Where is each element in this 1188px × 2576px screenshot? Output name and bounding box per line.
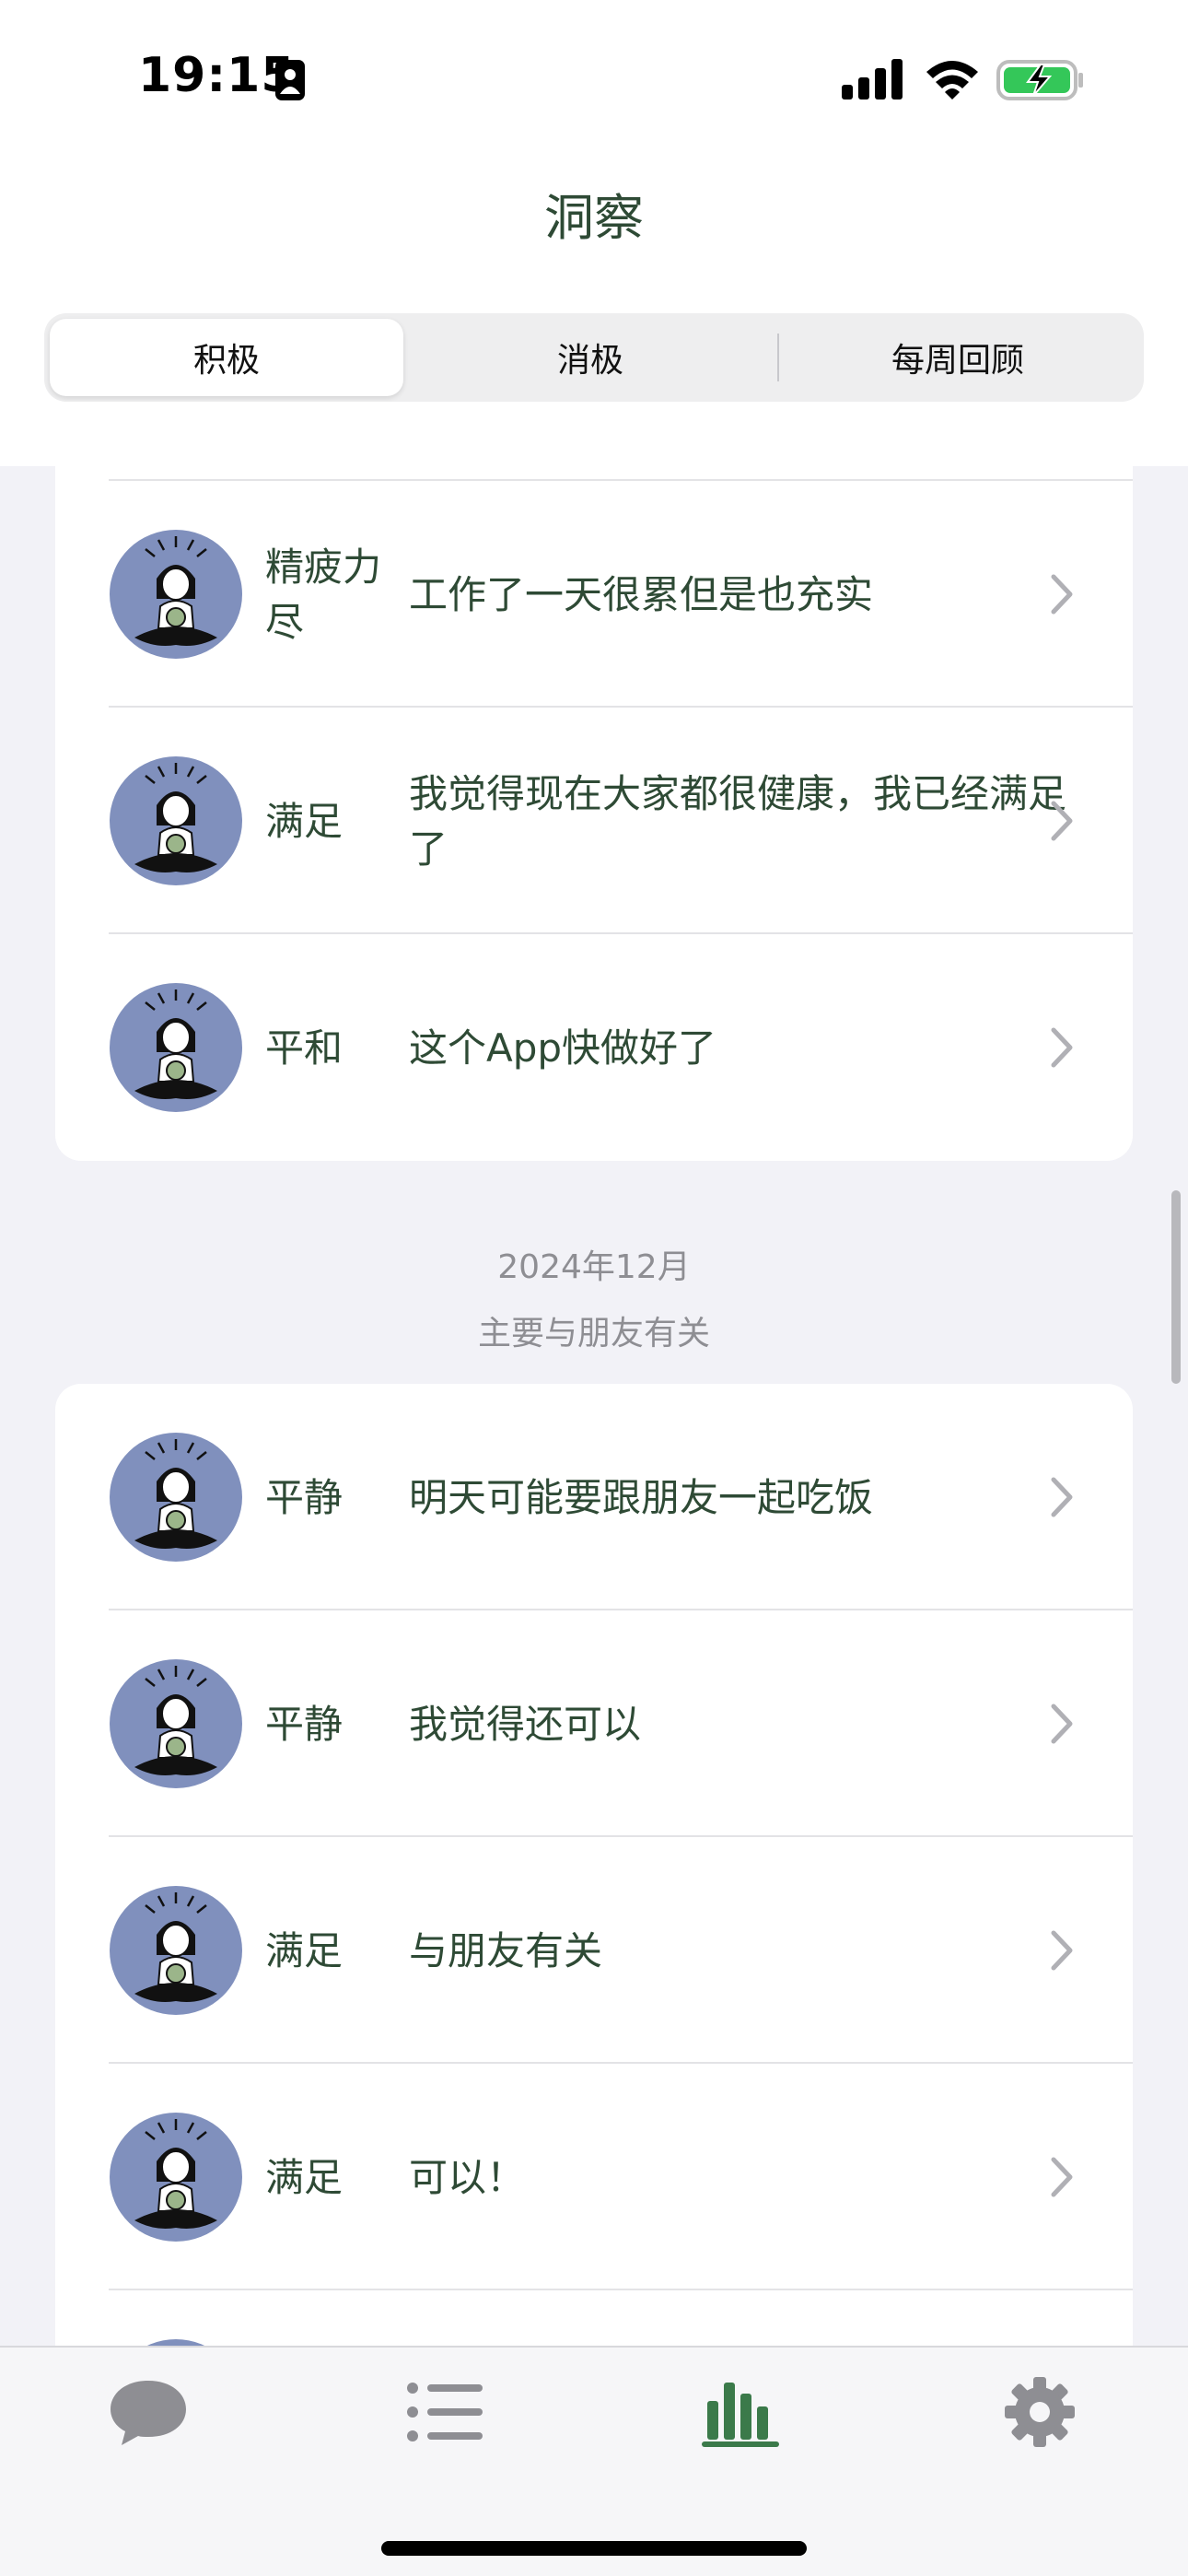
entries-card: 平静 明天可能要跟朋友一起吃饭 平静 我觉得还可以 满足 与朋友有关 满足 可以… (55, 1384, 1133, 2397)
chevron-right-icon (1051, 1027, 1073, 1068)
chevron-right-icon (1051, 1930, 1073, 1971)
entry-row[interactable]: 满足 我觉得现在大家都很健康，我已经满足了 (55, 708, 1133, 934)
section-summary: 主要与朋友有关 (477, 1315, 710, 1352)
gear-icon[interactable] (998, 2375, 1081, 2449)
chat-bubble-icon[interactable] (107, 2375, 190, 2449)
entry-note: 工作了一天很累但是也充实 (409, 572, 874, 617)
entry-note: 我觉得现在大家都很健康，我已经满足了 (409, 771, 1067, 872)
cellular-signal-icon (842, 59, 903, 100)
chevron-right-icon (1051, 2157, 1073, 2197)
entry-note: 我觉得还可以 (409, 1702, 642, 1747)
entry-note: 与朋友有关 (409, 1928, 603, 1973)
entries-card: 精疲力尽 工作了一天很累但是也充实 满足 我觉得现在大家都很健康，我已经满足了 (55, 466, 1133, 1161)
segment-positive[interactable]: 积极 (50, 319, 403, 396)
list-icon[interactable] (403, 2375, 486, 2449)
status-time: 19:15 (138, 48, 296, 103)
chevron-right-icon (1051, 1704, 1073, 1744)
mood-label: 平静 (265, 1702, 344, 1747)
mood-label: 精疲力尽 (265, 544, 382, 645)
avatar (110, 2113, 242, 2242)
mood-label: 平和 (265, 1025, 344, 1071)
entry-row[interactable]: 满足 与朋友有关 (55, 1837, 1133, 2064)
entry-row[interactable]: 精疲力尽 工作了一天很累但是也充实 (55, 481, 1133, 708)
avatar (110, 1433, 242, 1562)
mood-label: 满足 (265, 1928, 344, 1973)
avatar (110, 983, 242, 1112)
segment-weekly-review[interactable]: 每周回顾 (777, 319, 1138, 396)
avatar (110, 530, 242, 659)
avatar (110, 1886, 242, 2015)
contact-card-icon (275, 60, 305, 100)
chevron-right-icon (1051, 801, 1073, 841)
entry-row[interactable]: 平静 我觉得还可以 (55, 1610, 1133, 1837)
home-indicator (381, 2541, 807, 2556)
chevron-right-icon (1051, 574, 1073, 615)
entry-note: 这个App快做好了 (409, 1025, 717, 1071)
avatar (110, 756, 242, 885)
section-date: 2024年12月 (497, 1248, 691, 1286)
scroll-indicator[interactable] (1171, 1190, 1181, 1384)
segment-negative[interactable]: 消极 (411, 319, 770, 396)
entry-note: 可以！ (409, 2155, 526, 2200)
entry-note: 明天可能要跟朋友一起吃饭 (409, 1475, 874, 1520)
avatar (110, 1659, 242, 1788)
battery-charging-icon (996, 60, 1083, 100)
mood-label: 平静 (265, 1475, 344, 1520)
chevron-right-icon (1051, 1477, 1073, 1517)
page-title: 洞察 (544, 189, 644, 247)
bar-chart-icon[interactable] (700, 2375, 783, 2449)
entry-row[interactable]: 平和 这个App快做好了 (55, 934, 1133, 1161)
segmented-control: 积极 消极 每周回顾 (44, 313, 1144, 402)
wifi-icon (926, 61, 978, 100)
entry-row[interactable]: 满足 可以！ (55, 2064, 1133, 2290)
top-header: 19:15 洞察 积极 消极 每周回顾 (0, 0, 1188, 466)
tab-bar (0, 2346, 1188, 2576)
mood-label: 满足 (265, 799, 344, 844)
entry-row[interactable]: 平静 明天可能要跟朋友一起吃饭 (55, 1384, 1133, 1610)
mood-label: 满足 (265, 2155, 344, 2200)
